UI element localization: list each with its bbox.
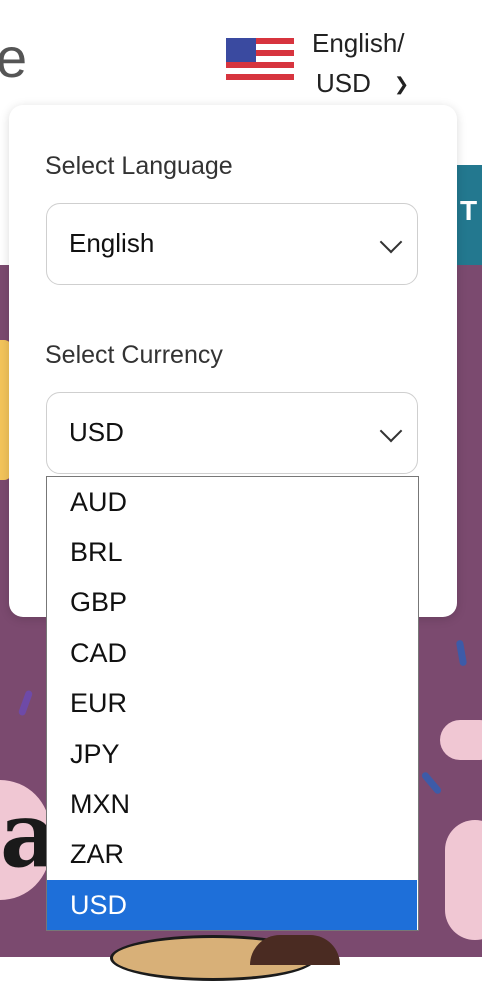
currency-option-aud[interactable]: AUD: [47, 477, 417, 527]
currency-option-brl[interactable]: BRL: [47, 527, 417, 577]
currency-code-label: USD: [316, 68, 371, 98]
chevron-down-icon: [379, 230, 403, 254]
currency-dropdown-list[interactable]: AUD BRL GBP CAD EUR JPY MXN ZAR USD: [46, 476, 419, 931]
language-currency-toggle[interactable]: English/ USD ❯: [226, 26, 446, 106]
us-flag-icon: [226, 38, 294, 80]
currency-option-cad[interactable]: CAD: [47, 628, 417, 678]
currency-option-usd[interactable]: USD: [47, 880, 417, 930]
currency-option-jpy[interactable]: JPY: [47, 729, 417, 779]
site-logo-fragment: e: [0, 26, 28, 89]
hero-decoration: [440, 720, 482, 760]
language-select-value: English: [69, 228, 155, 258]
chevron-down-icon: ❯: [394, 74, 410, 94]
currency-option-eur[interactable]: EUR: [47, 678, 417, 728]
select-language-label: Select Language: [45, 152, 233, 180]
language-currency-label: English/: [312, 28, 405, 58]
hero-decoration: [250, 935, 340, 965]
hero-decoration: [445, 820, 482, 940]
chevron-down-icon: [379, 419, 403, 443]
language-select[interactable]: English: [46, 203, 418, 285]
currency-option-mxn[interactable]: MXN: [47, 779, 417, 829]
currency-select-value: USD: [69, 417, 124, 447]
currency-option-zar[interactable]: ZAR: [47, 829, 417, 879]
nav-accent-text: T: [460, 195, 478, 226]
currency-select[interactable]: USD: [46, 392, 418, 474]
select-currency-label: Select Currency: [45, 341, 223, 369]
currency-option-gbp[interactable]: GBP: [47, 577, 417, 627]
